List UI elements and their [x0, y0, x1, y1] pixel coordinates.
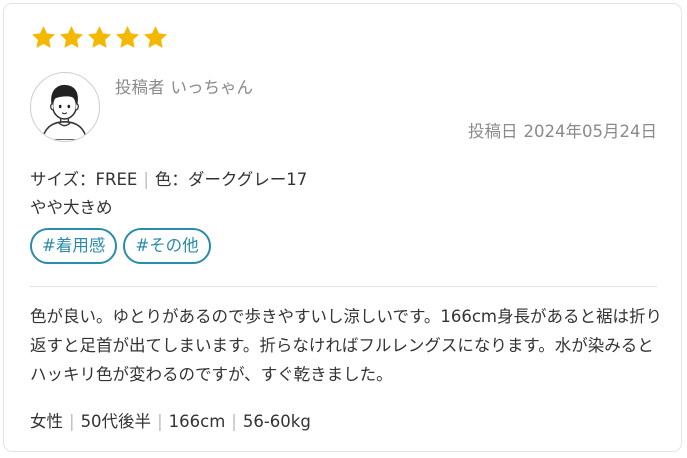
review-body: 色が良い。ゆとりがあるので歩きやすいし涼しいです。166cm身長があると裾は折り…	[30, 307, 662, 384]
poster-label: 投稿者	[115, 78, 165, 97]
star-icon	[116, 26, 139, 48]
review-card: 投稿者 いっちゃん 投稿日 2024年05月24日 サイズ：FREE | 色：ダークグレ…	[3, 3, 682, 452]
avatar	[30, 72, 100, 142]
user-avatar-icon	[41, 84, 88, 141]
star-icon	[144, 26, 167, 48]
purchase-info: サイズ：FREE | 色：ダークグレー17	[30, 166, 307, 190]
tag-button[interactable]: #その他	[123, 228, 211, 264]
separator: |	[69, 412, 75, 431]
star-icon	[88, 26, 111, 48]
poster-name: いっちゃん	[170, 78, 254, 97]
profile-height: 166cm	[168, 412, 226, 431]
date-value: 2024年05月24日	[523, 122, 657, 141]
color-info: 色：ダークグレー17	[154, 170, 308, 189]
profile-age: 50代後半	[80, 412, 152, 431]
reviewer-profile: 女性 | 50代後半 | 166cm | 56-60kg	[30, 408, 311, 432]
date-label: 投稿日	[468, 122, 518, 141]
rating-stars	[30, 24, 169, 51]
fit-rating: やや大きめ	[30, 198, 113, 217]
separator: |	[231, 412, 237, 431]
divider	[30, 286, 657, 287]
separator: |	[157, 412, 163, 431]
tag-button[interactable]: #着用感	[30, 228, 118, 264]
post-date: 投稿日 2024年05月24日	[468, 118, 657, 142]
size-info: サイズ：FREE	[30, 170, 138, 189]
profile-weight: 56-60kg	[242, 412, 311, 431]
star-icon	[32, 26, 55, 48]
separator: |	[143, 170, 149, 189]
tag-list: #着用感 #その他	[30, 228, 211, 264]
star-icon	[60, 26, 83, 48]
profile-gender: 女性	[30, 412, 63, 431]
poster-info: 投稿者 いっちゃん	[115, 74, 259, 98]
